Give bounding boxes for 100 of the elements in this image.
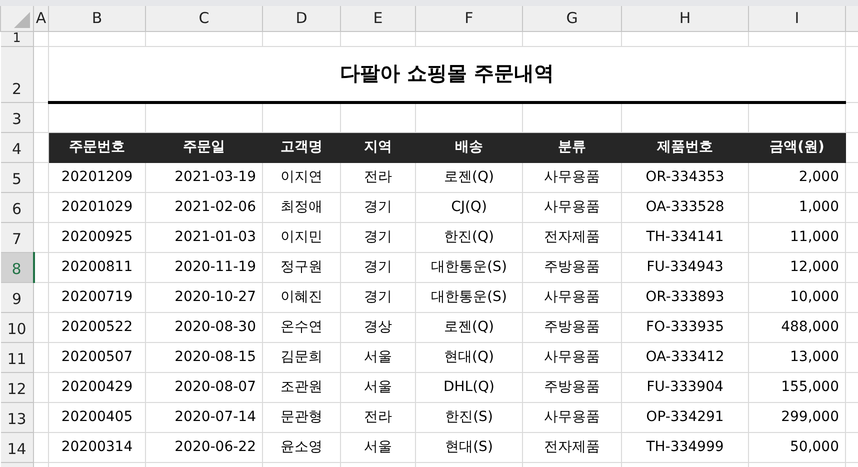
table-cell: OA-333528 bbox=[622, 192, 748, 222]
row-header[interactable]: 14 bbox=[0, 432, 34, 462]
table-cell: 문관형 bbox=[262, 402, 340, 432]
row-header[interactable]: 7 bbox=[0, 222, 34, 252]
table-cell: 로젠(Q) bbox=[416, 162, 522, 192]
table-cell: 최정애 bbox=[262, 192, 340, 222]
table-cell: 12,000 bbox=[748, 252, 846, 282]
table-cell: 사무용품 bbox=[522, 282, 622, 312]
table-cell: 299,000 bbox=[748, 402, 846, 432]
table-cell: 대한통운(S) bbox=[416, 252, 522, 282]
table-cell: 13,000 bbox=[748, 342, 846, 372]
table-cell: 경기 bbox=[340, 222, 416, 252]
table-cell: 전자제품 bbox=[522, 432, 622, 462]
table-header-cell: 지역 bbox=[340, 132, 416, 162]
table-cell: 1,000 bbox=[748, 192, 846, 222]
table-cell: 20201209 bbox=[48, 162, 146, 192]
table-header-cell: 주문번호 bbox=[48, 132, 146, 162]
row-header[interactable]: 12 bbox=[0, 372, 34, 402]
column-header[interactable]: H bbox=[622, 6, 748, 31]
row-header[interactable]: 4 bbox=[0, 132, 34, 162]
table-cell: 서울 bbox=[340, 342, 416, 372]
column-header[interactable]: E bbox=[340, 6, 416, 31]
table-cell: OR-333893 bbox=[622, 282, 748, 312]
table-cell: 전라 bbox=[340, 162, 416, 192]
table-header-cell: 금액(원) bbox=[748, 132, 846, 162]
table-cell: OR-334353 bbox=[622, 162, 748, 192]
table-cell: 주방용품 bbox=[522, 372, 622, 402]
table-cell: TH-334141 bbox=[622, 222, 748, 252]
table-cell: CJ(Q) bbox=[416, 192, 522, 222]
table-cell: 주방용품 bbox=[522, 252, 622, 282]
table-cell: 조관원 bbox=[262, 372, 340, 402]
table-cell: 488,000 bbox=[748, 312, 846, 342]
table-cell: TH-334999 bbox=[622, 432, 748, 462]
table-cell: 2020-06-22 bbox=[146, 432, 262, 462]
table-cell: 사무용품 bbox=[522, 162, 622, 192]
column-header[interactable]: G bbox=[522, 6, 622, 31]
column-header[interactable]: D bbox=[262, 6, 340, 31]
column-header[interactable]: C bbox=[146, 6, 262, 31]
table-cell: 경기 bbox=[340, 252, 416, 282]
row-header[interactable]: 10 bbox=[0, 312, 34, 342]
table-cell: FU-333904 bbox=[622, 372, 748, 402]
row-header[interactable]: 8 bbox=[0, 252, 34, 282]
row-header[interactable]: 9 bbox=[0, 282, 34, 312]
table-cell: 2020-08-15 bbox=[146, 342, 262, 372]
table-cell: 20200522 bbox=[48, 312, 146, 342]
table-cell: 2021-03-19 bbox=[146, 162, 262, 192]
table-cell: 로젠(Q) bbox=[416, 312, 522, 342]
table-cell: 20200429 bbox=[48, 372, 146, 402]
row-header[interactable]: 5 bbox=[0, 162, 34, 192]
table-header-cell: 고객명 bbox=[262, 132, 340, 162]
table-cell: 20200405 bbox=[48, 402, 146, 432]
table-cell: 2020-08-07 bbox=[146, 372, 262, 402]
table-cell: OP-334291 bbox=[622, 402, 748, 432]
row-header[interactable]: 6 bbox=[0, 192, 34, 222]
table-cell: 사무용품 bbox=[522, 192, 622, 222]
table-cell: 이지연 bbox=[262, 162, 340, 192]
table-cell: FO-333935 bbox=[622, 312, 748, 342]
table-header-cell: 주문일 bbox=[146, 132, 262, 162]
table-cell: 경기 bbox=[340, 192, 416, 222]
table-cell: 서울 bbox=[340, 372, 416, 402]
table-cell: 이지민 bbox=[262, 222, 340, 252]
table-cell: 윤소영 bbox=[262, 432, 340, 462]
table-cell: OA-333412 bbox=[622, 342, 748, 372]
table-cell: 2021-02-06 bbox=[146, 192, 262, 222]
table-cell: 전자제품 bbox=[522, 222, 622, 252]
table-cell: 현대(S) bbox=[416, 432, 522, 462]
row-header[interactable]: 2 bbox=[0, 46, 34, 102]
table-cell: 50,000 bbox=[748, 432, 846, 462]
table-cell: 주방용품 bbox=[522, 312, 622, 342]
table-cell: 김문희 bbox=[262, 342, 340, 372]
table-cell: 사무용품 bbox=[522, 342, 622, 372]
table-cell: 2020-07-14 bbox=[146, 402, 262, 432]
row-header[interactable]: 3 bbox=[0, 102, 34, 132]
table-cell: 전라 bbox=[340, 402, 416, 432]
table-cell: 20200811 bbox=[48, 252, 146, 282]
column-header[interactable]: A bbox=[34, 6, 48, 31]
table-cell: 20200719 bbox=[48, 282, 146, 312]
column-header[interactable]: F bbox=[416, 6, 522, 31]
row-header[interactable]: 1 bbox=[0, 31, 34, 46]
table-cell: 온수연 bbox=[262, 312, 340, 342]
table-cell: 2020-11-19 bbox=[146, 252, 262, 282]
table-cell: 사무용품 bbox=[522, 402, 622, 432]
table-cell: 경상 bbox=[340, 312, 416, 342]
table-header-cell: 배송 bbox=[416, 132, 522, 162]
table-cell: 이혜진 bbox=[262, 282, 340, 312]
table-cell: 서울 bbox=[340, 432, 416, 462]
table-cell: 정구원 bbox=[262, 252, 340, 282]
table-cell: 경기 bbox=[340, 282, 416, 312]
table-cell: 20200925 bbox=[48, 222, 146, 252]
table-cell: 2021-01-03 bbox=[146, 222, 262, 252]
row-header[interactable]: 13 bbox=[0, 402, 34, 432]
table-cell: 155,000 bbox=[748, 372, 846, 402]
table-cell: FU-334943 bbox=[622, 252, 748, 282]
row-header[interactable]: 11 bbox=[0, 342, 34, 372]
table-header-cell: 제품번호 bbox=[622, 132, 748, 162]
column-header[interactable]: I bbox=[748, 6, 846, 31]
table-cell: DHL(Q) bbox=[416, 372, 522, 402]
table-cell: 2020-08-30 bbox=[146, 312, 262, 342]
table-header-cell: 분류 bbox=[522, 132, 622, 162]
column-header[interactable]: B bbox=[48, 6, 146, 31]
